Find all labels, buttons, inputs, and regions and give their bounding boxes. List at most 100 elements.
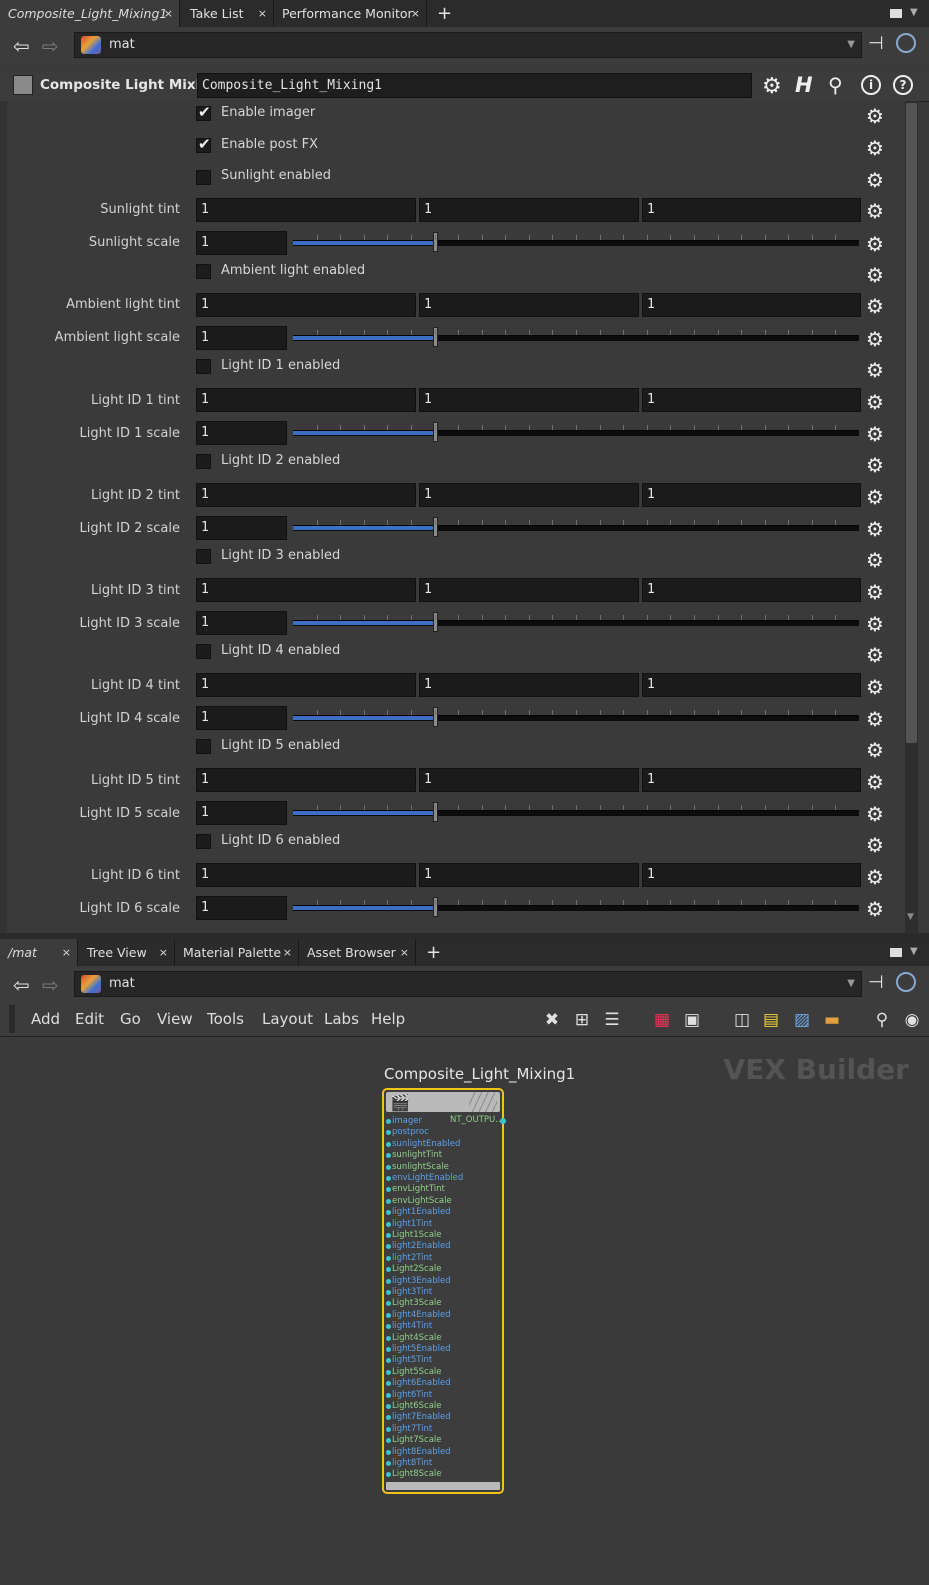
slider-track[interactable] <box>293 327 859 347</box>
light-id-4-scale-field[interactable]: 1 <box>196 706 287 730</box>
input-port-dot[interactable] <box>386 1335 391 1341</box>
gear-icon[interactable]: ⚙ <box>864 328 886 350</box>
input-port-label[interactable]: Light3Scale <box>386 1298 442 1309</box>
input-port-label[interactable]: light7Tint <box>386 1424 432 1435</box>
input-port-label[interactable]: envLightScale <box>386 1196 452 1207</box>
menu-layout[interactable]: Layout <box>262 1003 313 1036</box>
close-icon[interactable]: × <box>62 939 71 966</box>
input-port-label[interactable]: light2Tint <box>386 1253 432 1264</box>
input-port-dot[interactable] <box>386 1267 391 1273</box>
composite-light-mixing-node[interactable]: 🎬 NT_OUTPU... imager postproc sunlightEnab… <box>382 1088 506 1494</box>
chevron-down-icon[interactable]: ▼ <box>910 7 918 18</box>
light-id-3-tint-r-field[interactable]: 1 <box>196 578 416 602</box>
link-icon[interactable] <box>896 33 916 53</box>
shape-palette-icon[interactable]: ▣ <box>682 1010 702 1030</box>
input-port-label[interactable]: Light6Scale <box>386 1401 442 1412</box>
input-port-dot[interactable] <box>386 1392 391 1398</box>
input-port-label[interactable]: envLightTint <box>386 1184 445 1195</box>
gear-icon[interactable]: ⚙ <box>864 834 886 856</box>
info-icon[interactable]: i <box>861 75 881 95</box>
gear-icon[interactable]: ⚙ <box>864 423 886 445</box>
input-port-dot[interactable] <box>386 1233 391 1238</box>
chevron-down-icon[interactable]: ▼ <box>910 946 918 957</box>
input-port-label[interactable]: sunlightScale <box>386 1162 449 1173</box>
input-port-dot[interactable] <box>386 1198 391 1204</box>
menu-labs[interactable]: Labs <box>324 1003 359 1036</box>
tree-icon[interactable]: ⊞ <box>572 1010 592 1030</box>
tab-asset-browser[interactable]: Asset Browser × <box>299 939 416 966</box>
ambient-scale-field[interactable]: 1 <box>196 326 287 350</box>
slider-track[interactable] <box>293 612 859 632</box>
maximize-icon[interactable] <box>890 948 902 957</box>
menu-add[interactable]: Add <box>31 1003 60 1036</box>
input-port-label[interactable]: Light2Scale <box>386 1264 442 1275</box>
input-port-label[interactable]: light4Tint <box>386 1321 432 1332</box>
question-icon[interactable]: ? <box>893 75 913 95</box>
tab-composite-light-mixing[interactable]: Composite_Light_Mixing1 × <box>0 0 180 27</box>
slider-track[interactable] <box>293 802 859 822</box>
light-id-6-scale-field[interactable]: 1 <box>196 896 287 920</box>
input-port-dot[interactable] <box>386 1221 391 1227</box>
light-id-2-enabled-checkbox[interactable] <box>196 454 211 469</box>
gear-icon[interactable]: ⚙ <box>864 676 886 698</box>
gear-icon[interactable]: ⚙ <box>864 359 886 381</box>
gear-icon[interactable]: ⚙ <box>864 391 886 413</box>
gear-icon[interactable]: ⚙ <box>864 137 886 159</box>
forward-arrow-icon[interactable]: ⇨ <box>42 973 59 997</box>
light-id-1-tint-r-field[interactable]: 1 <box>196 388 416 412</box>
close-icon[interactable]: × <box>411 0 420 27</box>
gear-icon[interactable]: ⚙ <box>864 803 886 825</box>
node-flags-icon[interactable] <box>469 1092 497 1112</box>
input-port-label[interactable]: light8Enabled <box>386 1447 451 1458</box>
gear-icon[interactable]: ⚙ <box>864 264 886 286</box>
menu-view[interactable]: View <box>157 1003 193 1036</box>
gear-icon[interactable]: ⚙ <box>864 581 886 603</box>
sunlight-enabled-checkbox[interactable] <box>196 170 211 185</box>
tab-tree-view[interactable]: Tree View × <box>79 939 175 966</box>
sunlight-tint-b-field[interactable]: 1 <box>642 198 861 222</box>
gear-icon[interactable]: ⚙ <box>864 486 886 508</box>
light-id-5-scale-field[interactable]: 1 <box>196 801 287 825</box>
menu-go[interactable]: Go <box>120 1003 141 1036</box>
input-port-dot[interactable] <box>386 1369 391 1375</box>
input-port-label[interactable]: light5Enabled <box>386 1344 451 1355</box>
light-id-3-tint-g-field[interactable]: 1 <box>419 578 639 602</box>
input-port-label[interactable]: light5Tint <box>386 1355 432 1366</box>
tab-mat[interactable]: /mat × <box>0 939 78 966</box>
eye-icon[interactable]: ◉ <box>902 1010 922 1030</box>
light-id-1-tint-b-field[interactable]: 1 <box>642 388 861 412</box>
input-port-label[interactable]: light2Enabled <box>386 1241 451 1252</box>
close-icon[interactable]: × <box>283 939 292 966</box>
light-id-5-enabled-checkbox[interactable] <box>196 739 211 754</box>
gear-icon[interactable]: ⚙ <box>864 549 886 571</box>
light-id-3-tint-b-field[interactable]: 1 <box>642 578 861 602</box>
tab-take-list[interactable]: Take List × <box>182 0 274 27</box>
input-port-label[interactable]: Light8Scale <box>386 1469 442 1480</box>
search-icon[interactable]: ⚲ <box>828 73 843 97</box>
search-icon[interactable]: ⚲ <box>872 1010 892 1030</box>
light-id-3-scale-field[interactable]: 1 <box>196 611 287 635</box>
tab-performance-monitor[interactable]: Performance Monitor × <box>274 0 427 27</box>
add-tab-button[interactable]: + <box>426 939 441 966</box>
input-port-dot[interactable] <box>386 1301 391 1307</box>
ambient-enabled-checkbox[interactable] <box>196 264 211 279</box>
gear-icon[interactable]: ⚙ <box>864 898 886 920</box>
input-port-label[interactable]: Light7Scale <box>386 1435 442 1446</box>
gear-icon[interactable]: ⚙ <box>864 644 886 666</box>
light-id-1-scale-field[interactable]: 1 <box>196 421 287 445</box>
node-header[interactable]: 🎬 <box>386 1092 500 1112</box>
input-port-dot[interactable] <box>386 1381 391 1387</box>
sunlight-tint-r-field[interactable]: 1 <box>196 198 416 222</box>
light-id-1-enabled-checkbox[interactable] <box>196 359 211 374</box>
slider-track[interactable] <box>293 707 859 727</box>
input-port-label[interactable]: light1Tint <box>386 1219 432 1230</box>
input-port-label[interactable]: light3Enabled <box>386 1276 451 1287</box>
input-port-dot[interactable] <box>386 1438 391 1444</box>
light-id-4-enabled-checkbox[interactable] <box>196 644 211 659</box>
node-type-icon[interactable] <box>13 75 33 95</box>
slider-track[interactable] <box>293 517 859 537</box>
menu-help[interactable]: Help <box>371 1003 405 1036</box>
forward-arrow-icon[interactable]: ⇨ <box>42 34 59 58</box>
gear-icon[interactable]: ⚙ <box>864 866 886 888</box>
gear-icon[interactable]: ⚙ <box>864 771 886 793</box>
